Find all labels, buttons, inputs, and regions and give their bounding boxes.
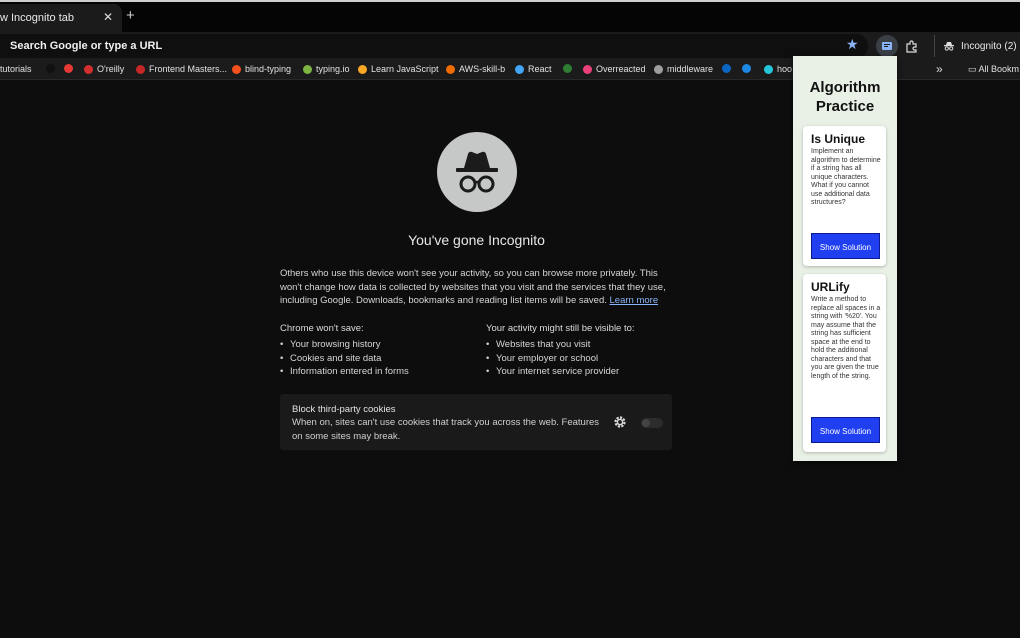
- gear-icon[interactable]: [613, 415, 627, 429]
- favicon-icon: [722, 64, 731, 73]
- bookmark-label: Frontend Masters...: [149, 64, 228, 74]
- bookmark-label: Learn JavaScript: [371, 64, 439, 74]
- favicon-icon: [84, 64, 93, 74]
- learn-more-link[interactable]: Learn more: [610, 295, 659, 306]
- favicon-icon: [232, 64, 241, 74]
- bookmark-item[interactable]: O'reilly: [84, 64, 124, 74]
- favicon-icon: [46, 64, 55, 73]
- third-party-cookies-card: Block third-party cookies When on, sites…: [280, 394, 672, 450]
- list-item: Cookies and site data: [280, 352, 409, 366]
- favicon-icon: [515, 64, 524, 74]
- favicon-icon: [583, 64, 592, 74]
- bookmark-item[interactable]: middleware: [654, 64, 713, 74]
- cookie-description: When on, sites can't use cookies that tr…: [292, 417, 600, 442]
- bookmark-label: blind-typing: [245, 64, 292, 74]
- bookmark-item[interactable]: [563, 64, 576, 73]
- favicon-icon: [64, 64, 73, 73]
- favicon-icon: [654, 64, 663, 74]
- bookmark-label: tutorials: [0, 64, 32, 74]
- bookmark-item[interactable]: Learn JavaScript: [358, 64, 439, 74]
- all-bookmarks-button[interactable]: ▭ All Bookm: [968, 64, 1019, 75]
- bookmark-item[interactable]: [722, 64, 735, 73]
- show-solution-button[interactable]: Show Solution: [811, 233, 880, 259]
- favicon-icon: [563, 64, 572, 73]
- favicon-icon: [303, 64, 312, 74]
- block-cookies-toggle[interactable]: [641, 418, 663, 428]
- close-tab-icon[interactable]: ✕: [103, 10, 113, 24]
- bookmark-item[interactable]: typing.io: [303, 64, 350, 74]
- bookmark-item[interactable]: Overreacted: [583, 64, 646, 74]
- omnibox[interactable]: Search Google or type a URL: [0, 34, 868, 58]
- bookmark-star-icon[interactable]: ★: [846, 36, 859, 53]
- extensions-puzzle-icon[interactable]: [900, 35, 922, 57]
- bookmark-item[interactable]: blind-typing: [232, 64, 291, 74]
- list-item: Your employer or school: [486, 352, 635, 366]
- bookmark-item[interactable]: AWS-skill-b: [446, 64, 505, 74]
- intro-text: Others who use this device won't see you…: [280, 267, 675, 308]
- bookmark-item[interactable]: [46, 64, 59, 73]
- bookmarks-overflow-icon[interactable]: »: [936, 62, 943, 76]
- bookmark-label: Overreacted: [596, 64, 646, 74]
- card-description: Write a method to replace all spaces in …: [811, 296, 881, 380]
- omnibox-placeholder: Search Google or type a URL: [10, 40, 163, 52]
- bookmark-item[interactable]: React: [515, 64, 552, 74]
- wont-save-title: Chrome won't save:: [280, 323, 364, 334]
- tab-title: w Incognito tab: [0, 12, 74, 24]
- bookmark-item[interactable]: [742, 64, 755, 73]
- list-item: Your internet service provider: [486, 365, 635, 379]
- tab-incognito[interactable]: w Incognito tab ✕: [0, 4, 122, 32]
- still-visible-title: Your activity might still be visible to:: [486, 323, 635, 334]
- problem-card-urlify: URLify Write a method to replace all spa…: [803, 274, 886, 452]
- popup-title: Algorithm Practice: [809, 79, 881, 115]
- incognito-icon: [437, 132, 517, 212]
- card-title: Is Unique: [811, 132, 866, 146]
- bookmark-label: O'reilly: [97, 64, 125, 74]
- bookmark-label: middleware: [667, 64, 714, 74]
- incognito-profile-chip[interactable]: Incognito (2): [934, 35, 1020, 57]
- bookmark-label: typing.io: [316, 64, 350, 74]
- list-item: Your browsing history: [280, 338, 409, 352]
- favicon-icon: [446, 64, 455, 74]
- algorithm-extension-icon[interactable]: [876, 35, 898, 57]
- bookmark-item[interactable]: hoo: [764, 64, 792, 74]
- intro-body: Others who use this device won't see you…: [280, 268, 666, 306]
- bookmark-item[interactable]: [64, 64, 77, 73]
- list-item: Information entered in forms: [280, 365, 409, 379]
- problem-card-is-unique: Is Unique Implement an algorithm to dete…: [803, 126, 886, 266]
- card-title: URLify: [811, 280, 850, 294]
- incognito-small-icon: [944, 42, 954, 51]
- tab-strip: w Incognito tab ✕ +: [0, 0, 1020, 32]
- favicon-icon: [742, 64, 751, 73]
- bookmark-label: AWS-skill-b: [459, 64, 506, 74]
- cookie-title: Block third-party cookies: [292, 404, 396, 415]
- incognito-count: Incognito (2): [961, 40, 1017, 52]
- bookmark-item[interactable]: tutorials: [0, 64, 32, 74]
- bookmark-item[interactable]: Frontend Masters...: [136, 64, 227, 74]
- list-item: Websites that you visit: [486, 338, 635, 352]
- bookmark-label: React: [528, 64, 552, 74]
- favicon-icon: [136, 64, 145, 74]
- bookmark-label: hoo: [777, 64, 793, 74]
- all-bookmarks-label: All Bookm: [978, 64, 1020, 74]
- still-visible-section: Your activity might still be visible to:…: [486, 323, 635, 379]
- new-tab-button[interactable]: +: [126, 7, 135, 24]
- favicon-icon: [764, 64, 773, 74]
- wont-save-section: Chrome won't save: Your browsing history…: [280, 323, 409, 379]
- algorithm-practice-popup: Algorithm Practice Is Unique Implement a…: [793, 56, 897, 461]
- favicon-icon: [358, 64, 367, 74]
- show-solution-button[interactable]: Show Solution: [811, 417, 880, 443]
- card-description: Implement an algorithm to determine if a…: [811, 148, 881, 206]
